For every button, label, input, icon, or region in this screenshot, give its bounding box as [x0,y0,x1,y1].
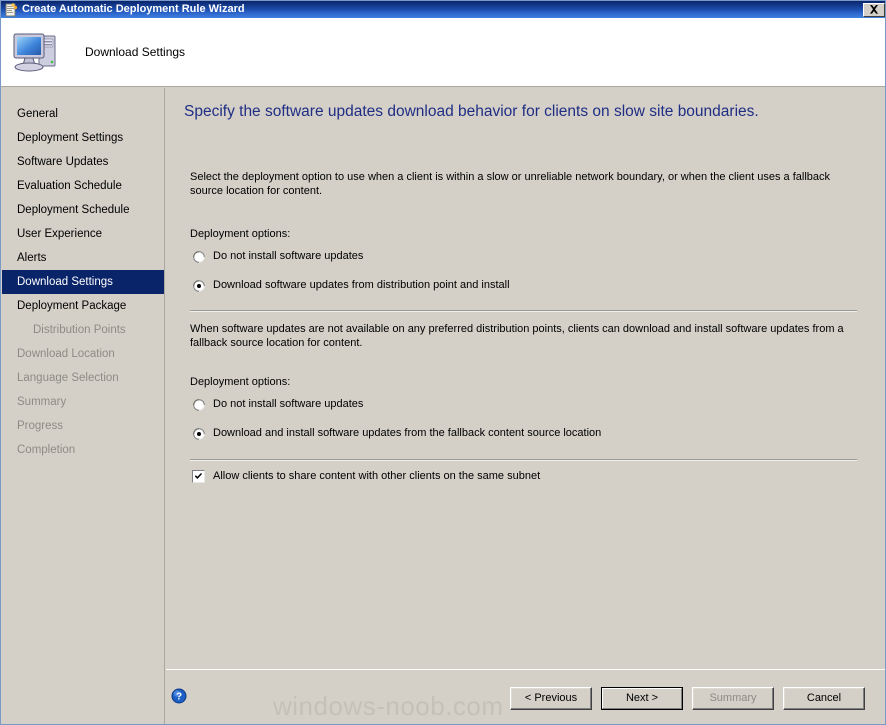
sidebar-item-deployment-settings[interactable]: Deployment Settings [2,126,164,150]
content-heading: Specify the software updates download be… [184,103,759,120]
sidebar-item-distribution-points: Distribution Points [33,324,126,336]
wizard-content: Specify the software updates download be… [166,88,885,668]
checkbox-checked-icon [192,470,205,483]
summary-button: Summary [692,687,774,710]
deployment-options-label-slow: Deployment options: [190,228,291,240]
sidebar-item-software-updates[interactable]: Software Updates [2,150,164,174]
radio-unselected-icon [193,399,205,411]
radio-label: Download software updates from distribut… [213,279,510,291]
radio-fallback-download-install[interactable]: Download and install software updates fr… [193,427,601,440]
wizard-steps-sidebar: General Deployment Settings Software Upd… [2,88,165,724]
radio-selected-icon [193,280,205,292]
radio-fallback-do-not-install[interactable]: Do not install software updates [193,398,363,411]
sidebar-item-user-experience[interactable]: User Experience [2,222,164,246]
checkbox-label: Allow clients to share content with othe… [213,470,541,482]
close-button[interactable] [863,2,885,17]
svg-text:?: ? [176,692,182,703]
computer-icon [11,28,63,76]
sidebar-item-evaluation-schedule[interactable]: Evaluation Schedule [2,174,164,198]
separator-2 [190,459,857,461]
cancel-button[interactable]: Cancel [783,687,865,710]
sidebar-item-deployment-schedule[interactable]: Deployment Schedule [2,198,164,222]
fallback-description: When software updates are not available … [190,323,844,349]
next-button-label: Next > [602,688,682,709]
window-title: Create Automatic Deployment Rule Wizard [22,3,245,15]
radio-label: Download and install software updates fr… [213,427,602,439]
sidebar-item-download-settings[interactable]: Download Settings [2,270,164,294]
intro-description: Select the deployment option to use when… [190,171,830,197]
separator-1 [190,310,857,312]
next-button[interactable]: Next > [601,687,683,710]
sidebar-item-deployment-package[interactable]: Deployment Package [2,294,164,318]
radio-slow-download-from-dp[interactable]: Download software updates from distribut… [193,279,510,292]
wizard-header: Download Settings [1,18,885,87]
radio-label: Do not install software updates [213,398,364,410]
sidebar-item-language-selection: Language Selection [17,372,119,384]
page-title: Download Settings [85,45,186,59]
radio-selected-icon [193,428,205,440]
radio-unselected-icon [193,251,205,263]
sidebar-item-completion: Completion [17,444,76,456]
previous-button[interactable]: < Previous [510,687,592,710]
title-bar: Create Automatic Deployment Rule Wizard [1,1,885,18]
sidebar-item-alerts[interactable]: Alerts [2,246,164,270]
deployment-options-label-fallback: Deployment options: [190,376,291,388]
close-icon [870,5,878,14]
wizard-window: Create Automatic Deployment Rule Wizard [0,0,886,725]
wizard-document-icon [4,2,18,17]
checkbox-share-content-row[interactable]: Allow clients to share content with othe… [192,470,540,483]
sidebar-item-progress: Progress [17,420,64,432]
wizard-footer: ? < Previous Next > Summary Cancel [166,669,885,724]
sidebar-item-general[interactable]: General [2,102,164,126]
sidebar-item-summary: Summary [17,396,67,408]
help-question-icon[interactable]: ? [171,688,187,704]
radio-label: Do not install software updates [213,250,364,262]
radio-slow-do-not-install[interactable]: Do not install software updates [193,250,363,263]
sidebar-item-download-location: Download Location [17,348,115,360]
